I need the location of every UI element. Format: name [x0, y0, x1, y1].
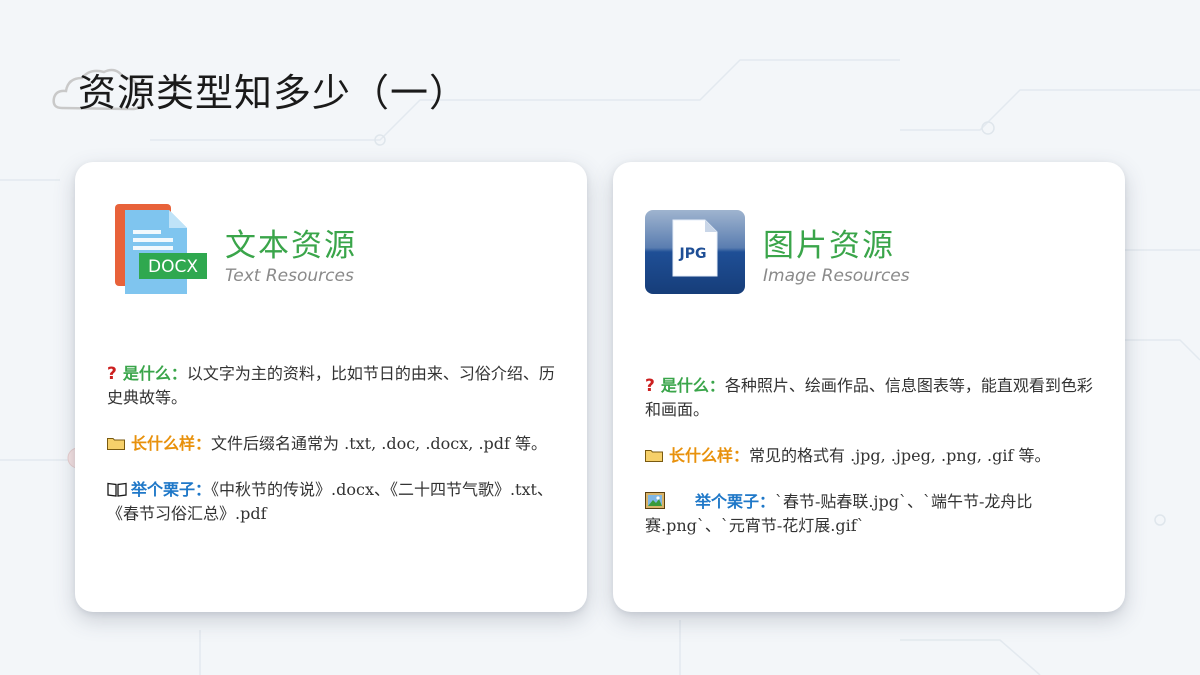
- what-is-it-label: 是什么：: [122, 364, 187, 383]
- question-icon: ?: [645, 376, 655, 396]
- page-title: 资源类型知多少（一）: [78, 71, 469, 115]
- text-resources-card: DOCX 文本资源 Text Resources ? 是什么：以文字为主的资料，比…: [75, 162, 587, 612]
- folder-icon: [645, 450, 663, 462]
- book-icon: [107, 482, 127, 497]
- what-it-looks-like-text: 文件后缀名通常为 .txt, .doc, .docx, .pdf 等。: [211, 434, 548, 453]
- folder-icon: [107, 438, 125, 450]
- docx-file-icon: DOCX: [115, 204, 207, 294]
- jpg-file-icon: JPG: [645, 210, 745, 294]
- card-title-text: 文本资源: [225, 228, 357, 264]
- docx-icon-label: DOCX: [148, 257, 198, 277]
- card-subtitle-text: Text Resources: [225, 266, 354, 286]
- example-label: 举个栗子：: [695, 492, 776, 511]
- what-it-looks-like-row: 长什么样：常见的格式有 .jpg, .jpeg, .png, .gif 等。: [645, 444, 1093, 468]
- card-subtitle-text: Image Resources: [763, 266, 910, 286]
- example-row: 举个栗子：《中秋节的传说》.docx、《二十四节气歌》.txt、《春节习俗汇总》…: [107, 478, 555, 526]
- example-label: 举个栗子：: [131, 480, 212, 499]
- what-is-it-row: ? 是什么：各种照片、绘画作品、信息图表等，能直观看到色彩和画面。: [645, 374, 1093, 422]
- what-it-looks-like-label: 长什么样：: [669, 446, 750, 465]
- picture-icon: [645, 492, 665, 509]
- what-it-looks-like-row: 长什么样：文件后缀名通常为 .txt, .doc, .docx, .pdf 等。: [107, 432, 555, 456]
- image-resources-card: JPG 图片资源 Image Resources ? 是什么：各种照片、绘画作品、…: [613, 162, 1125, 612]
- question-icon: ?: [107, 364, 117, 384]
- example-row: 举个栗子：`春节-贴春联.jpg`、`端午节-龙舟比赛.png`、`元宵节-花灯…: [645, 490, 1093, 538]
- what-is-it-row: ? 是什么：以文字为主的资料，比如节日的由来、习俗介绍、历史典故等。: [107, 362, 555, 410]
- what-is-it-label: 是什么：: [660, 376, 725, 395]
- jpg-icon-label: JPG: [679, 246, 707, 262]
- what-it-looks-like-label: 长什么样：: [131, 434, 212, 453]
- card-title-text: 图片资源: [763, 228, 895, 264]
- what-it-looks-like-text: 常见的格式有 .jpg, .jpeg, .png, .gif 等。: [749, 446, 1051, 465]
